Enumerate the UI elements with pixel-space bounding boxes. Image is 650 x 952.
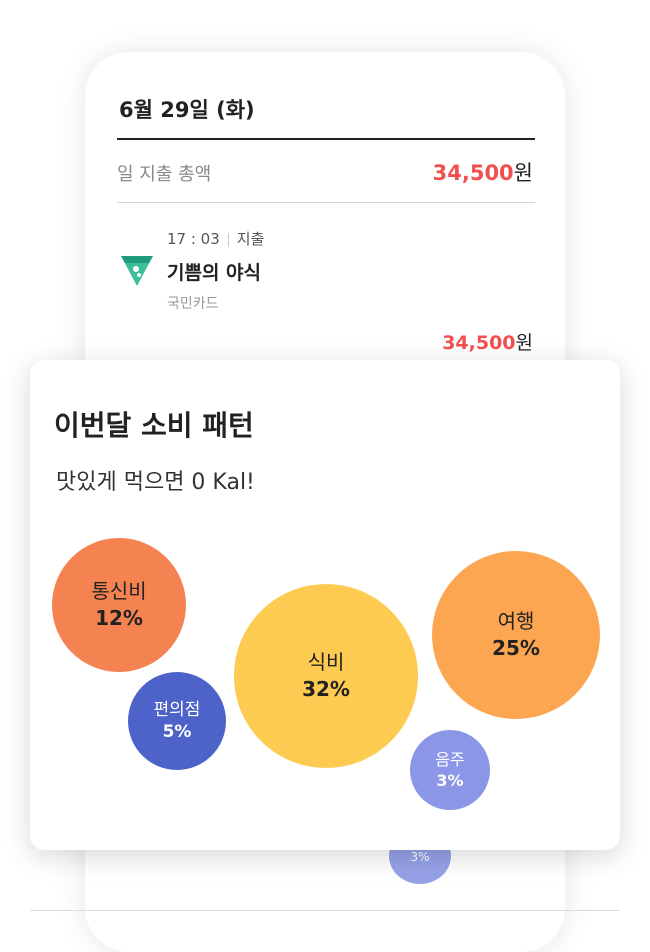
merchant-name: 기쁨의 야식	[167, 262, 262, 284]
bubble-percent: 5%	[162, 722, 192, 742]
card-subtitle: 맛있게 먹으면 0 Kal!	[56, 470, 255, 495]
transaction-type: 지출	[236, 230, 265, 248]
peek-bubble-pct: 3%	[410, 850, 430, 864]
receipt-date: 6월 29일 (화)	[119, 98, 255, 122]
meta-separator	[227, 232, 229, 247]
total-amount: 34,500원	[433, 157, 533, 187]
transaction-amount-value: 34,500	[442, 332, 516, 354]
transaction-amount: 34,500원	[442, 328, 533, 355]
bubble-travel[interactable]: 여행 25%	[432, 551, 600, 719]
bubble-percent: 32%	[302, 677, 350, 701]
bubble-label: 편의점	[153, 700, 201, 720]
transaction-currency: 원	[515, 332, 533, 354]
transaction-meta: 17 : 03 지출	[167, 228, 264, 249]
bubble-food[interactable]: 식비 32%	[234, 584, 418, 768]
bubble-label: 통신비	[91, 579, 147, 603]
divider	[117, 138, 535, 140]
bottom-divider	[30, 910, 620, 911]
bubble-percent: 25%	[492, 636, 540, 660]
bubble-label: 식비	[307, 650, 345, 674]
transaction-time: 17 : 03	[167, 230, 220, 248]
total-amount-value: 34,500	[432, 161, 514, 185]
card-title: 이번달 소비 패턴	[54, 409, 254, 442]
divider	[117, 202, 535, 203]
total-label: 일 지출 총액	[117, 164, 212, 185]
bubble-label: 여행	[497, 609, 535, 633]
bubble-percent: 3%	[436, 771, 464, 790]
bubble-label: 음주	[435, 750, 465, 769]
bubble-convenience-store[interactable]: 편의점 5%	[128, 672, 226, 770]
bubble-telecom[interactable]: 통신비 12%	[52, 538, 186, 672]
food-delivery-icon	[121, 256, 153, 286]
payment-method: 국민카드	[167, 296, 219, 312]
total-currency: 원	[513, 161, 533, 185]
spending-pattern-card: 이번달 소비 패턴 맛있게 먹으면 0 Kal! 통신비 12% 편의점 5% …	[30, 360, 620, 850]
bubble-percent: 12%	[95, 606, 143, 630]
bubble-drinking[interactable]: 음주 3%	[410, 730, 490, 810]
